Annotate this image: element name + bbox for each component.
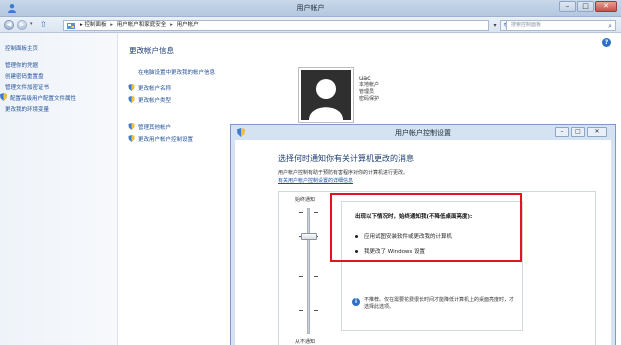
close-button[interactable]: ✕ (595, 1, 617, 12)
window-title-bar[interactable]: 用户帐户 – □ ✕ (0, 0, 621, 17)
uac-settings-dialog: 用户帐户控制设置 – □ ✕ 选择何时通知你有关计算机更改的消息 用户帐户控制有… (230, 124, 616, 345)
slider-tick (314, 276, 318, 277)
list-item-text: 我更改了 Windows 设置 (364, 249, 426, 255)
search-placeholder: 搜索控制面板 (511, 22, 542, 28)
uac-shield-icon (128, 123, 135, 130)
slider-top-label: 始终通知 (295, 197, 316, 203)
nav-manage-encryption-certificates[interactable]: 管理文件加密证书 (5, 83, 49, 91)
breadcrumb[interactable]: ▸ 控制面板 ▸ 用户帐户和家庭安全 ▸ 用户帐户 (63, 20, 489, 31)
dialog-body: 选择何时通知你有关计算机更改的消息 用户帐户控制有助于预防有害程序对你的计算机进… (235, 140, 611, 345)
slider-tick (314, 212, 318, 213)
user-silhouette-icon (309, 79, 343, 120)
uac-more-info-link[interactable]: 有关用户帐户控制设置的详细信息 (278, 177, 353, 184)
breadcrumb-item-control-panel[interactable]: 控制面板 (85, 22, 107, 28)
dialog-title-bar[interactable]: 用户帐户控制设置 – □ ✕ (231, 125, 615, 140)
uac-shield-icon (128, 135, 135, 142)
address-toolbar: ◀ ▶ ▾ ⇧ ▸ 控制面板 ▸ 用户帐户和家庭安全 ▸ 用户帐户 ▾ ↻ 搜索… (0, 17, 621, 33)
forward-button[interactable]: ▶ (17, 20, 27, 30)
slider-tick (314, 310, 318, 311)
account-kind: 本地帐户 (359, 82, 380, 88)
left-nav: 控制面板主页 管理你的凭据 创建密码重置盘 管理文件加密证书 配置高级用户配置文… (0, 33, 118, 345)
account-role: 管理员 (359, 89, 375, 95)
nav-advanced-profile-properties[interactable]: 配置高级用户配置文件属性 (10, 94, 76, 102)
dialog-close-button[interactable]: ✕ (587, 127, 607, 137)
slider-tick (299, 310, 303, 311)
password-status: 密码保护 (359, 96, 380, 102)
recent-pages-chevron-icon[interactable]: ▾ (30, 21, 33, 27)
list-item-text: 应用试图安装软件或更改我的计算机 (364, 234, 453, 240)
change-account-name-link[interactable]: 更改帐户名称 (138, 84, 171, 92)
breadcrumb-separator: ▸ (110, 22, 114, 28)
address-dropdown-icon[interactable]: ▾ (490, 20, 500, 31)
nav-control-panel-home[interactable]: 控制面板主页 (5, 44, 38, 52)
slider-tick (299, 276, 303, 277)
user-name: uac (359, 74, 371, 82)
up-arrow-icon[interactable]: ⇧ (40, 20, 47, 30)
page-title: 更改帐户信息 (129, 46, 174, 55)
bullet-icon (355, 250, 358, 253)
help-icon[interactable]: ? (602, 38, 611, 47)
dialog-minimize-button[interactable]: – (555, 127, 569, 137)
dialog-heading: 选择何时通知你有关计算机更改的消息 (278, 154, 414, 163)
info-icon: i (352, 298, 360, 306)
back-button[interactable]: ◀ (4, 20, 14, 30)
breadcrumb-separator: ▸ (170, 22, 173, 28)
list-item: 应用试图安装软件或更改我的计算机 (355, 232, 452, 240)
level-title: 出现以下情况时，始终通知我(不降低桌面亮度): (355, 214, 473, 220)
breadcrumb-item-user-accounts[interactable]: 用户帐户 (177, 22, 199, 28)
window-title: 用户帐户 (296, 4, 325, 12)
dialog-maximize-button[interactable]: □ (571, 127, 585, 137)
nav-manage-credentials[interactable]: 管理你的凭据 (5, 61, 38, 69)
search-icon[interactable]: ⌕ (608, 22, 612, 30)
uac-shield-icon (128, 84, 135, 91)
manage-other-accounts-link[interactable]: 管理其他帐户 (138, 123, 171, 131)
bullet-icon (355, 235, 358, 238)
control-panel-icon (67, 23, 75, 29)
maximize-button[interactable]: □ (577, 1, 594, 12)
slider-tick (299, 212, 303, 213)
nav-create-password-reset-disk[interactable]: 创建密码重置盘 (5, 72, 44, 80)
list-item: 我更改了 Windows 设置 (355, 247, 425, 255)
avatar[interactable] (299, 68, 353, 122)
search-input[interactable]: 搜索控制面板 ⌕ (506, 20, 616, 31)
breadcrumb-separator: ▸ (80, 22, 83, 28)
change-account-type-link[interactable]: 更改帐户类型 (138, 96, 171, 104)
notification-slider-thumb[interactable] (301, 233, 317, 240)
pc-settings-link[interactable]: 在电脑设置中更改我的帐户信息 (138, 68, 215, 76)
notification-slider-track[interactable] (307, 208, 310, 334)
level-note: 不推荐。仅在需要花费很长时间才能降低计算机上的桌面亮度时，才选择此选项。 (364, 297, 515, 310)
dialog-description: 用户帐户控制有助于预防有害程序对你的计算机进行更改。 (278, 170, 409, 176)
notification-slider-panel: 始终通知 从不通知 出现以下情况时，始终通知我(不降低桌面亮度): 应用试图安装… (278, 191, 596, 345)
uac-shield-icon (128, 96, 135, 103)
minimize-button[interactable]: – (559, 1, 576, 12)
level-description-box: 出现以下情况时，始终通知我(不降低桌面亮度): 应用试图安装软件或更改我的计算机… (341, 201, 523, 331)
change-uac-settings-link[interactable]: 更改用户帐户控制设置 (138, 135, 193, 143)
slider-bottom-label: 从不通知 (295, 339, 316, 345)
uac-shield-icon (0, 93, 7, 101)
nav-environment-variables[interactable]: 更改我的环境变量 (5, 105, 49, 113)
breadcrumb-item-family-safety[interactable]: 用户帐户和家庭安全 (117, 22, 167, 28)
